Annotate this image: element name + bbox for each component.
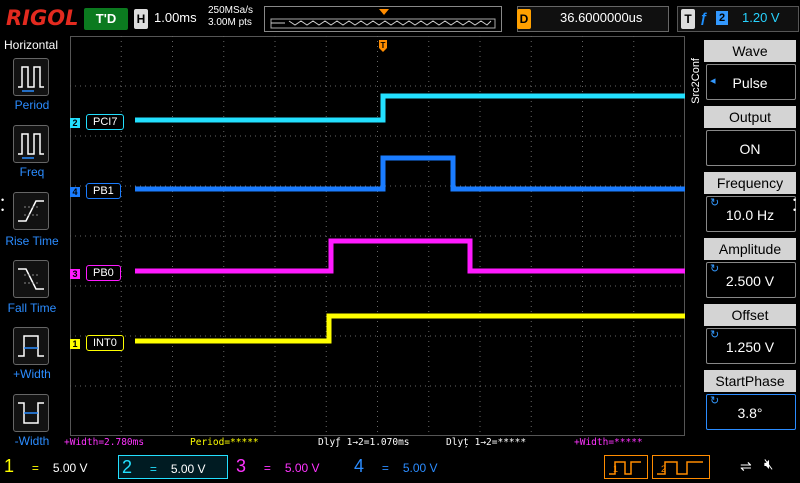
right-scroll-dots-icon: • • (793, 195, 797, 215)
freq-label: Freq (19, 165, 45, 179)
run-state-badge[interactable]: T'D (84, 8, 128, 30)
ch1-trace (135, 313, 685, 344)
measure-pos-width-1[interactable]: +Width=2.780ms (64, 437, 144, 448)
horizontal-menu-title: Horizontal (4, 38, 59, 52)
period-button[interactable] (13, 58, 49, 96)
ch3-tab-number: 3 (236, 456, 247, 476)
measure-delay-fall[interactable]: Dlyț 1→2=***** (446, 437, 526, 448)
memory-waveform-overview[interactable] (264, 6, 502, 32)
measure-delay-rise[interactable]: Dlyƒ 1→2=1.070ms (318, 437, 410, 448)
generator-1-button[interactable]: 1 (604, 455, 648, 479)
offset-title: Offset (704, 304, 796, 326)
ch4-tab[interactable]: 4 = 5.00 V (354, 455, 462, 477)
fall-time-icon (18, 268, 44, 290)
delay-value[interactable]: 36.6000000us (560, 10, 642, 25)
ch2-trace (135, 93, 685, 123)
timebase-value[interactable]: 1.00ms (154, 10, 197, 25)
period-icon (18, 66, 44, 92)
ch3-scale: 5.00 V (284, 461, 320, 475)
startphase-title: StartPhase (704, 370, 796, 392)
rise-time-icon (18, 200, 44, 222)
ch1-tab-number: 1 (4, 456, 15, 476)
rising-edge-icon: ƒ (700, 9, 708, 25)
freq-button[interactable] (13, 125, 49, 163)
ch2-tab-number: 2 (122, 457, 133, 477)
frequency-value: 10.0 Hz (725, 207, 775, 223)
ch1-tab[interactable]: 1 = 5.00 V (4, 455, 112, 477)
waveform-traces (135, 93, 685, 344)
memory-overview-wave (270, 9, 496, 29)
measure-pos-width-2[interactable]: +Width=***** (574, 437, 643, 448)
generator-1-wave-icon: 1 (609, 461, 641, 475)
ch4-label[interactable]: PB1 (86, 183, 121, 199)
ch1-label[interactable]: INT0 (86, 335, 124, 351)
ch2-tab[interactable]: 2 = 5.00 V (118, 455, 228, 479)
ch4-scale: 5.00 V (402, 461, 438, 475)
ch4-trace (135, 155, 685, 192)
amplitude-title: Amplitude (704, 238, 796, 260)
generator-2-button[interactable]: 2 (652, 455, 710, 479)
measurement-bar: +Width=2.780ms Period=***** Dlyƒ 1→2=1.0… (60, 436, 700, 450)
ch3-coupling: = (263, 461, 271, 475)
ch3-marker: 3 (70, 269, 80, 279)
amplitude-value: 2.500 V (725, 273, 775, 289)
ch2-scale: 5.00 V (170, 462, 206, 476)
positive-width-label: +Width (13, 367, 51, 381)
sample-rate-info: 250MSa/s 3.00M pts (208, 5, 253, 29)
trigger-marker-letter: T (381, 41, 386, 50)
delay-label: D (517, 9, 531, 29)
negative-width-label: -Width (14, 434, 50, 448)
rigol-logo: RIGOL (6, 6, 79, 30)
fall-time-label: Fall Time (7, 301, 57, 315)
period-label: Period (14, 98, 50, 112)
offset-value: 1.250 V (725, 339, 775, 355)
ch3-tab[interactable]: 3 = 5.00 V (236, 455, 344, 477)
memory-depth: 3.00M pts (208, 17, 252, 28)
speaker-muted-icon[interactable]: 🔇︎ (764, 456, 773, 473)
ch2-label[interactable]: PCI7 (86, 114, 125, 130)
ch2-marker: 2 (70, 118, 80, 128)
generator-2-wave-icon: 2 (657, 461, 703, 475)
ch2-coupling: = (149, 462, 157, 476)
usb-icon: ⇌ (740, 458, 752, 474)
startphase-value: 3.8° (737, 405, 763, 421)
trigger-info[interactable] (677, 6, 799, 32)
wave-title: Wave (704, 40, 796, 62)
positive-width-icon (18, 335, 44, 357)
wave-value: Pulse (732, 75, 768, 91)
ch1-coupling: = (31, 461, 39, 475)
output-value: ON (739, 141, 761, 157)
negative-width-icon (18, 402, 44, 424)
freq-icon (18, 133, 44, 159)
ch3-label[interactable]: PB0 (86, 265, 121, 281)
frequency-title: Frequency (704, 172, 796, 194)
svg-text:1: 1 (613, 464, 618, 474)
ch1-scale: 5.00 V (52, 461, 88, 475)
output-title: Output (704, 106, 796, 128)
svg-text:2: 2 (661, 464, 666, 474)
ch4-marker: 4 (70, 187, 80, 197)
positive-width-button[interactable] (13, 327, 49, 365)
trigger-level-value[interactable]: 1.20 V (742, 10, 780, 25)
ch3-trace (135, 238, 685, 274)
measure-period[interactable]: Period=***** (190, 437, 259, 448)
ch1-marker: 1 (70, 339, 80, 349)
rise-time-button[interactable] (13, 192, 49, 230)
rise-time-label: Rise Time (5, 234, 59, 248)
scroll-dots-icon: • • (1, 195, 5, 215)
negative-width-button[interactable] (13, 394, 49, 432)
trigger-position-marker[interactable]: T (379, 40, 387, 52)
trigger-source-badge: 2 (716, 11, 728, 25)
ch4-coupling: = (381, 461, 389, 475)
horizontal-label: H (134, 9, 148, 29)
memory-trigger-marker-icon (379, 9, 389, 15)
waveform-display[interactable]: T (70, 36, 685, 436)
ch4-tab-number: 4 (354, 456, 365, 476)
fall-time-button[interactable] (13, 260, 49, 298)
trigger-label: T (681, 9, 695, 29)
sample-rate: 250MSa/s (208, 5, 254, 16)
menu-page-label: Src2Conf (690, 58, 702, 104)
